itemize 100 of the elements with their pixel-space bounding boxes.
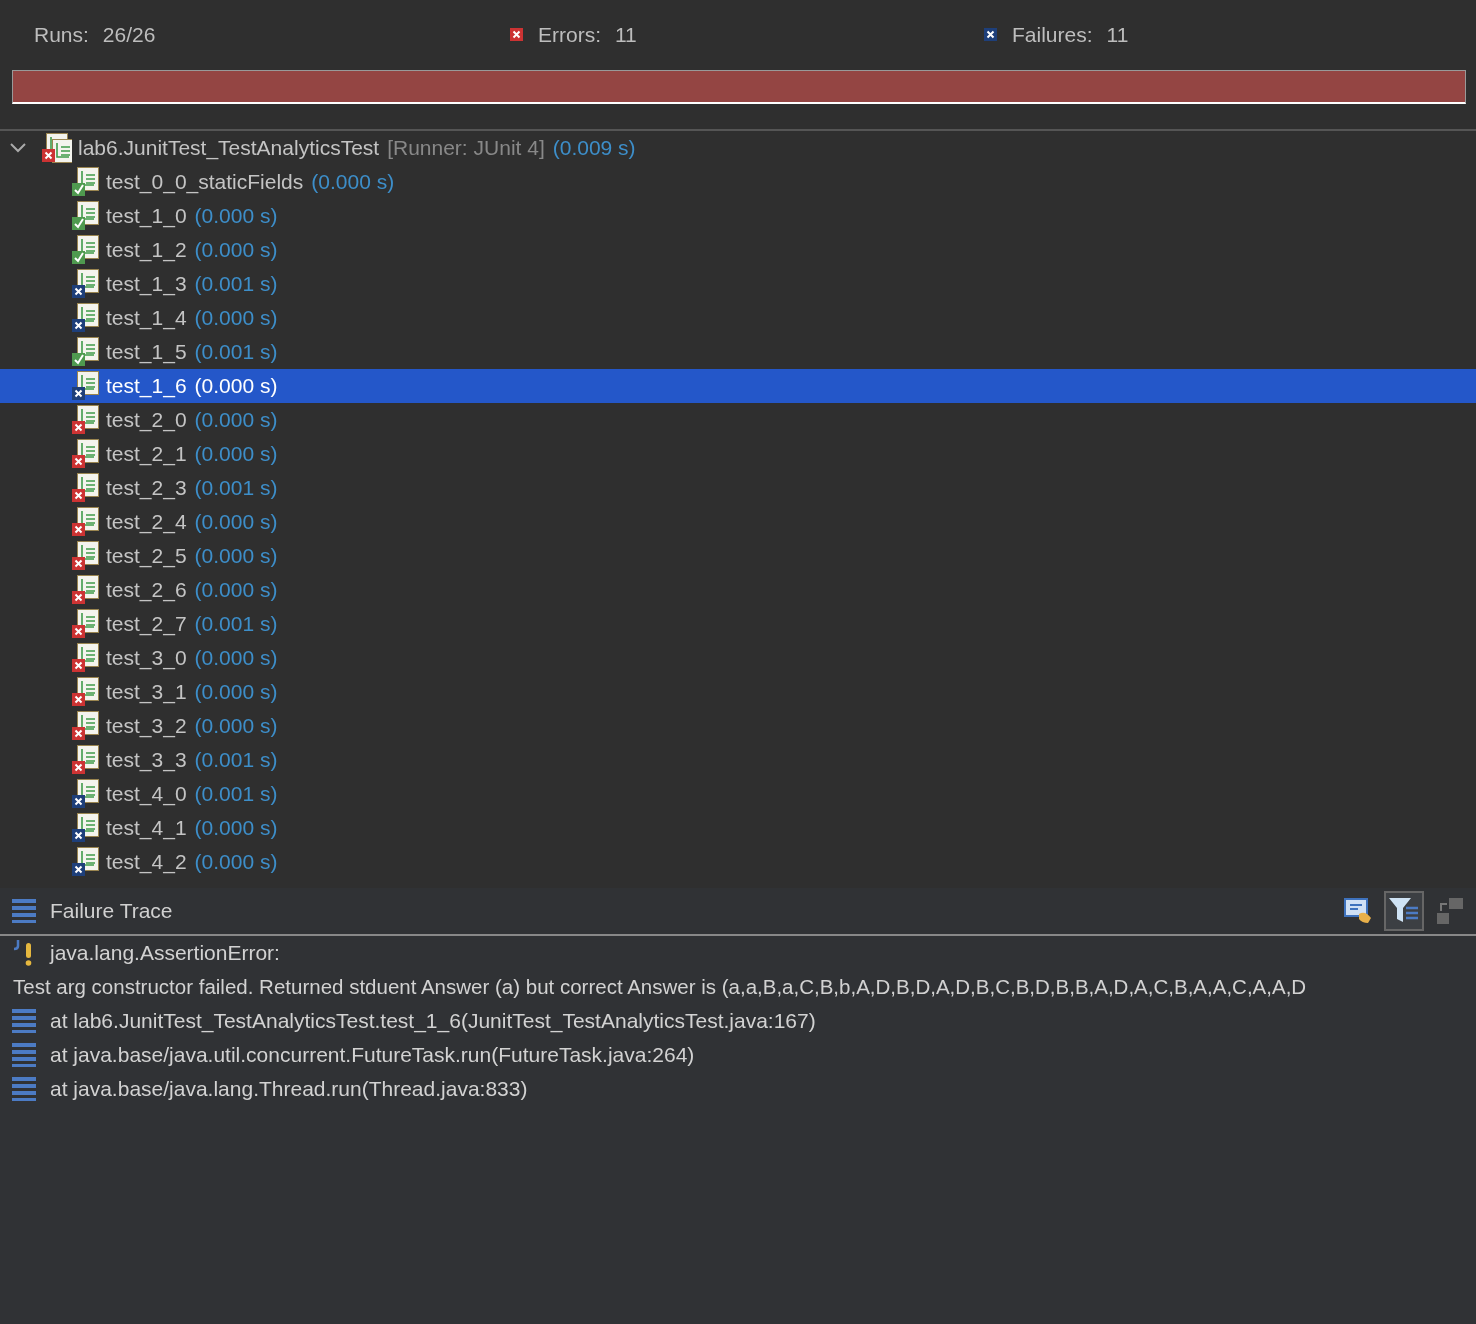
test-icon: [72, 405, 100, 435]
test-time: (0.000 s): [194, 646, 278, 670]
monitor-hand-icon: [1343, 896, 1373, 926]
chevron-icon[interactable]: [10, 143, 26, 153]
test-icon: [72, 847, 100, 877]
test-name: test_3_1: [106, 680, 187, 704]
suite-name[interactable]: lab6.JunitTest_TestAnalyticsTest: [78, 136, 380, 160]
error-icon: [510, 28, 524, 42]
test-row[interactable]: test_2_4 (0.000 s): [0, 505, 1476, 539]
test-row[interactable]: test_3_1 (0.000 s): [0, 675, 1476, 709]
runner-label: [Runner: JUnit 4]: [387, 136, 545, 160]
test-row[interactable]: test_3_2 (0.000 s): [0, 709, 1476, 743]
test-time: (0.000 s): [194, 442, 278, 466]
test-row[interactable]: test_3_3 (0.001 s): [0, 743, 1476, 777]
stack-trace-icon: [12, 899, 36, 923]
test-row[interactable]: test_4_2 (0.000 s): [0, 845, 1476, 879]
error-message: Test arg constructor failed. Returned stduent Answer (a) but correct Answer is (a,a,B,a,C,B,b,A,D,B,D,A,D,B,C,B,D,B,B,A,D,A,C,B,A,A,C,A,A,D: [13, 975, 1307, 999]
test-time: (0.000 s): [194, 238, 278, 262]
test-name: test_4_2: [106, 850, 187, 874]
test-name: test_1_2: [106, 238, 187, 262]
test-name: test_3_3: [106, 748, 187, 772]
runs-label: Runs:: [34, 23, 89, 47]
test-icon: [72, 439, 100, 469]
test-icon: [72, 201, 100, 231]
test-name: test_1_6: [106, 374, 187, 398]
test-name: test_2_6: [106, 578, 187, 602]
test-name: test_1_5: [106, 340, 187, 364]
test-time: (0.001 s): [194, 272, 278, 296]
test-time: (0.000 s): [194, 714, 278, 738]
test-name: test_3_0: [106, 646, 187, 670]
windows-icon: [1435, 896, 1465, 926]
test-time: (0.000 s): [311, 170, 395, 194]
test-icon: [72, 167, 100, 197]
test-time: (0.000 s): [194, 816, 278, 840]
failures-count: 11: [1106, 23, 1129, 47]
test-row[interactable]: test_4_1 (0.000 s): [0, 811, 1476, 845]
test-row[interactable]: test_1_3 (0.001 s): [0, 267, 1476, 301]
test-time: (0.000 s): [194, 850, 278, 874]
test-time: (0.000 s): [194, 544, 278, 568]
test-icon: [72, 541, 100, 571]
test-row[interactable]: test_3_0 (0.000 s): [0, 641, 1476, 675]
test-icon: [72, 643, 100, 673]
test-name: test_1_3: [106, 272, 187, 296]
test-icon: [72, 235, 100, 265]
failures-label: Failures:: [1012, 23, 1093, 47]
failure-icon: [984, 28, 998, 42]
suite-time: (0.009 s): [552, 136, 636, 160]
test-row[interactable]: test_1_5 (0.001 s): [0, 335, 1476, 369]
test-row[interactable]: test_2_7 (0.001 s): [0, 607, 1476, 641]
test-icon: [72, 711, 100, 741]
test-name: test_3_2: [106, 714, 187, 738]
test-row[interactable]: test_1_4 (0.000 s): [0, 301, 1476, 335]
test-time: (0.001 s): [194, 340, 278, 364]
test-time: (0.000 s): [194, 408, 278, 432]
stack-frame[interactable]: at java.base/java.lang.Thread.run(Thread.java:833): [50, 1077, 528, 1101]
stack-frame[interactable]: at lab6.JunitTest_TestAnalyticsTest.test_1_6(JunitTest_TestAnalyticsTest.java:167): [50, 1009, 816, 1033]
test-icon: [72, 609, 100, 639]
test-time: (0.000 s): [194, 578, 278, 602]
test-name: test_0_0_staticFields: [106, 170, 304, 194]
test-row[interactable]: test_1_6 (0.000 s): [0, 369, 1476, 403]
errors-label: Errors:: [538, 23, 601, 47]
test-icon: [72, 337, 100, 367]
test-row[interactable]: test_1_2 (0.000 s): [0, 233, 1476, 267]
test-time: (0.001 s): [194, 782, 278, 806]
panel-title: Failure Trace: [50, 899, 173, 923]
test-icon: [72, 677, 100, 707]
test-row[interactable]: test_2_1 (0.000 s): [0, 437, 1476, 471]
stack-frame-icon: [12, 1077, 36, 1101]
test-row[interactable]: test_2_6 (0.000 s): [0, 573, 1476, 607]
test-time: (0.000 s): [194, 204, 278, 228]
test-suite-icon: [42, 133, 72, 163]
test-icon: [72, 507, 100, 537]
errors-count: 11: [615, 23, 637, 47]
stack-frame-icon: [12, 1009, 36, 1033]
test-name: test_1_4: [106, 306, 187, 330]
test-time: (0.001 s): [194, 612, 278, 636]
test-time: (0.000 s): [194, 680, 278, 704]
test-name: test_2_4: [106, 510, 187, 534]
test-name: test_4_1: [106, 816, 187, 840]
test-row[interactable]: test_4_0 (0.001 s): [0, 777, 1476, 811]
test-icon: [72, 473, 100, 503]
test-row[interactable]: test_2_5 (0.000 s): [0, 539, 1476, 573]
test-name: test_1_0: [106, 204, 187, 228]
exception-text[interactable]: java.lang.AssertionError:: [50, 941, 280, 965]
test-name: test_2_1: [106, 442, 187, 466]
stack-frame-icon: [12, 1043, 36, 1067]
test-row[interactable]: test_2_0 (0.000 s): [0, 403, 1476, 437]
test-time: (0.000 s): [194, 306, 278, 330]
test-row[interactable]: test_2_3 (0.001 s): [0, 471, 1476, 505]
stack-frame[interactable]: at java.base/java.util.concurrent.FutureTask.run(FutureTask.java:264): [50, 1043, 695, 1067]
filter-button[interactable]: [1384, 891, 1424, 931]
test-icon: [72, 575, 100, 605]
test-name: test_2_5: [106, 544, 187, 568]
runs-count: 26/26: [102, 23, 156, 47]
test-icon: [72, 269, 100, 299]
test-name: test_2_0: [106, 408, 187, 432]
test-time: (0.000 s): [194, 510, 278, 534]
test-row[interactable]: test_0_0_staticFields (0.000 s): [0, 165, 1476, 199]
test-name: test_2_3: [106, 476, 187, 500]
test-row[interactable]: test_1_0 (0.000 s): [0, 199, 1476, 233]
